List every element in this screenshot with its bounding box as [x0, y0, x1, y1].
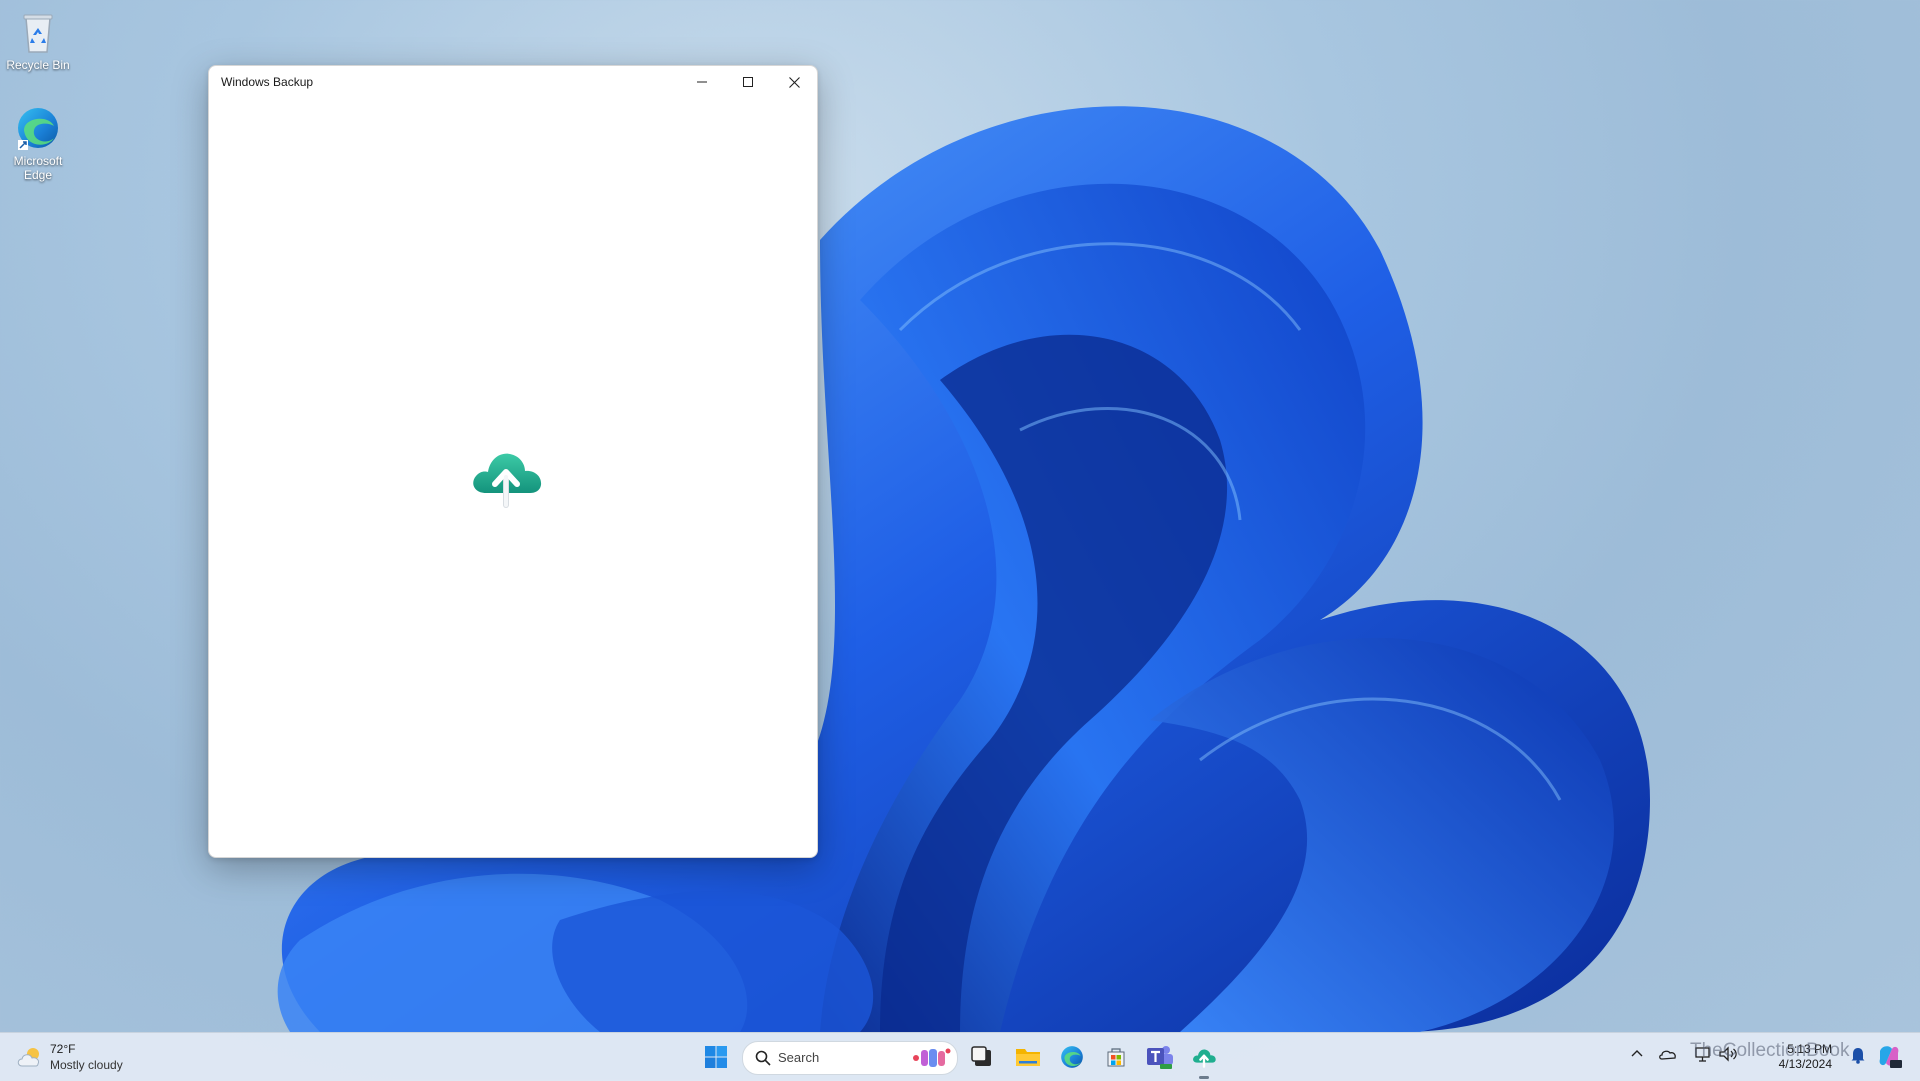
cloud-upload-icon — [473, 453, 542, 508]
maximize-icon — [743, 77, 753, 87]
task-view-icon — [971, 1046, 991, 1066]
desktop-icon-label: Microsoft Edge — [13, 154, 63, 182]
teams-icon — [1147, 1046, 1173, 1069]
store-icon — [1107, 1048, 1125, 1067]
windows-backup-icon — [1193, 1049, 1216, 1068]
start-icon — [705, 1046, 727, 1068]
file-explorer-button[interactable] — [1010, 1039, 1046, 1075]
partly-cloudy-icon — [17, 1048, 39, 1067]
close-icon — [788, 76, 800, 88]
onedrive-icon — [1659, 1050, 1676, 1060]
notifications-button[interactable] — [1850, 1046, 1866, 1069]
search-highlight-icon — [913, 1048, 951, 1067]
window-title: Windows Backup — [221, 75, 314, 89]
weather-temperature: 72°F — [50, 1042, 76, 1056]
maximize-button[interactable] — [725, 66, 771, 98]
task-view-button[interactable] — [964, 1039, 1000, 1075]
chevron-up-icon — [1631, 1050, 1643, 1057]
edge-icon — [18, 108, 58, 150]
copilot-button[interactable] — [1876, 1043, 1902, 1074]
watermark: TheCollectionBook — [1690, 1040, 1850, 1061]
windows-backup-taskbar-button[interactable] — [1186, 1039, 1222, 1079]
onedrive-button[interactable] — [1658, 1047, 1678, 1066]
edge-taskbar-button[interactable] — [1054, 1039, 1090, 1075]
desktop-icon-label: Recycle Bin — [6, 58, 70, 72]
close-button[interactable] — [771, 66, 817, 98]
minimize-icon — [697, 81, 707, 83]
bell-icon — [1851, 1048, 1865, 1064]
title-bar[interactable]: Windows Backup — [209, 66, 817, 98]
start-button[interactable] — [698, 1039, 734, 1075]
windows-backup-window[interactable]: Windows Backup — [208, 65, 818, 858]
search-icon — [755, 1050, 771, 1066]
weather-description: Mostly cloudy — [50, 1058, 123, 1072]
file-explorer-icon — [1016, 1049, 1040, 1066]
edge-icon — [1061, 1046, 1083, 1068]
taskbar-search[interactable]: Search — [742, 1041, 958, 1075]
teams-button[interactable] — [1142, 1039, 1178, 1075]
minimize-button[interactable] — [679, 66, 725, 98]
active-app-indicator — [1199, 1076, 1209, 1079]
recycle-bin-icon — [23, 14, 53, 53]
taskbar: 72°F Mostly cloudy Search 5:13 PM 4/13/2… — [0, 1032, 1920, 1081]
copilot-icon — [1879, 1046, 1902, 1068]
weather-widget[interactable]: 72°F Mostly cloudy — [16, 1041, 136, 1073]
show-hidden-icons-button[interactable] — [1630, 1047, 1644, 1066]
store-button[interactable] — [1098, 1039, 1134, 1075]
search-label: Search — [778, 1050, 820, 1065]
desktop-icon-microsoft-edge[interactable]: Microsoft Edge — [4, 104, 72, 182]
desktop-icon-recycle-bin[interactable]: Recycle Bin — [4, 8, 72, 72]
